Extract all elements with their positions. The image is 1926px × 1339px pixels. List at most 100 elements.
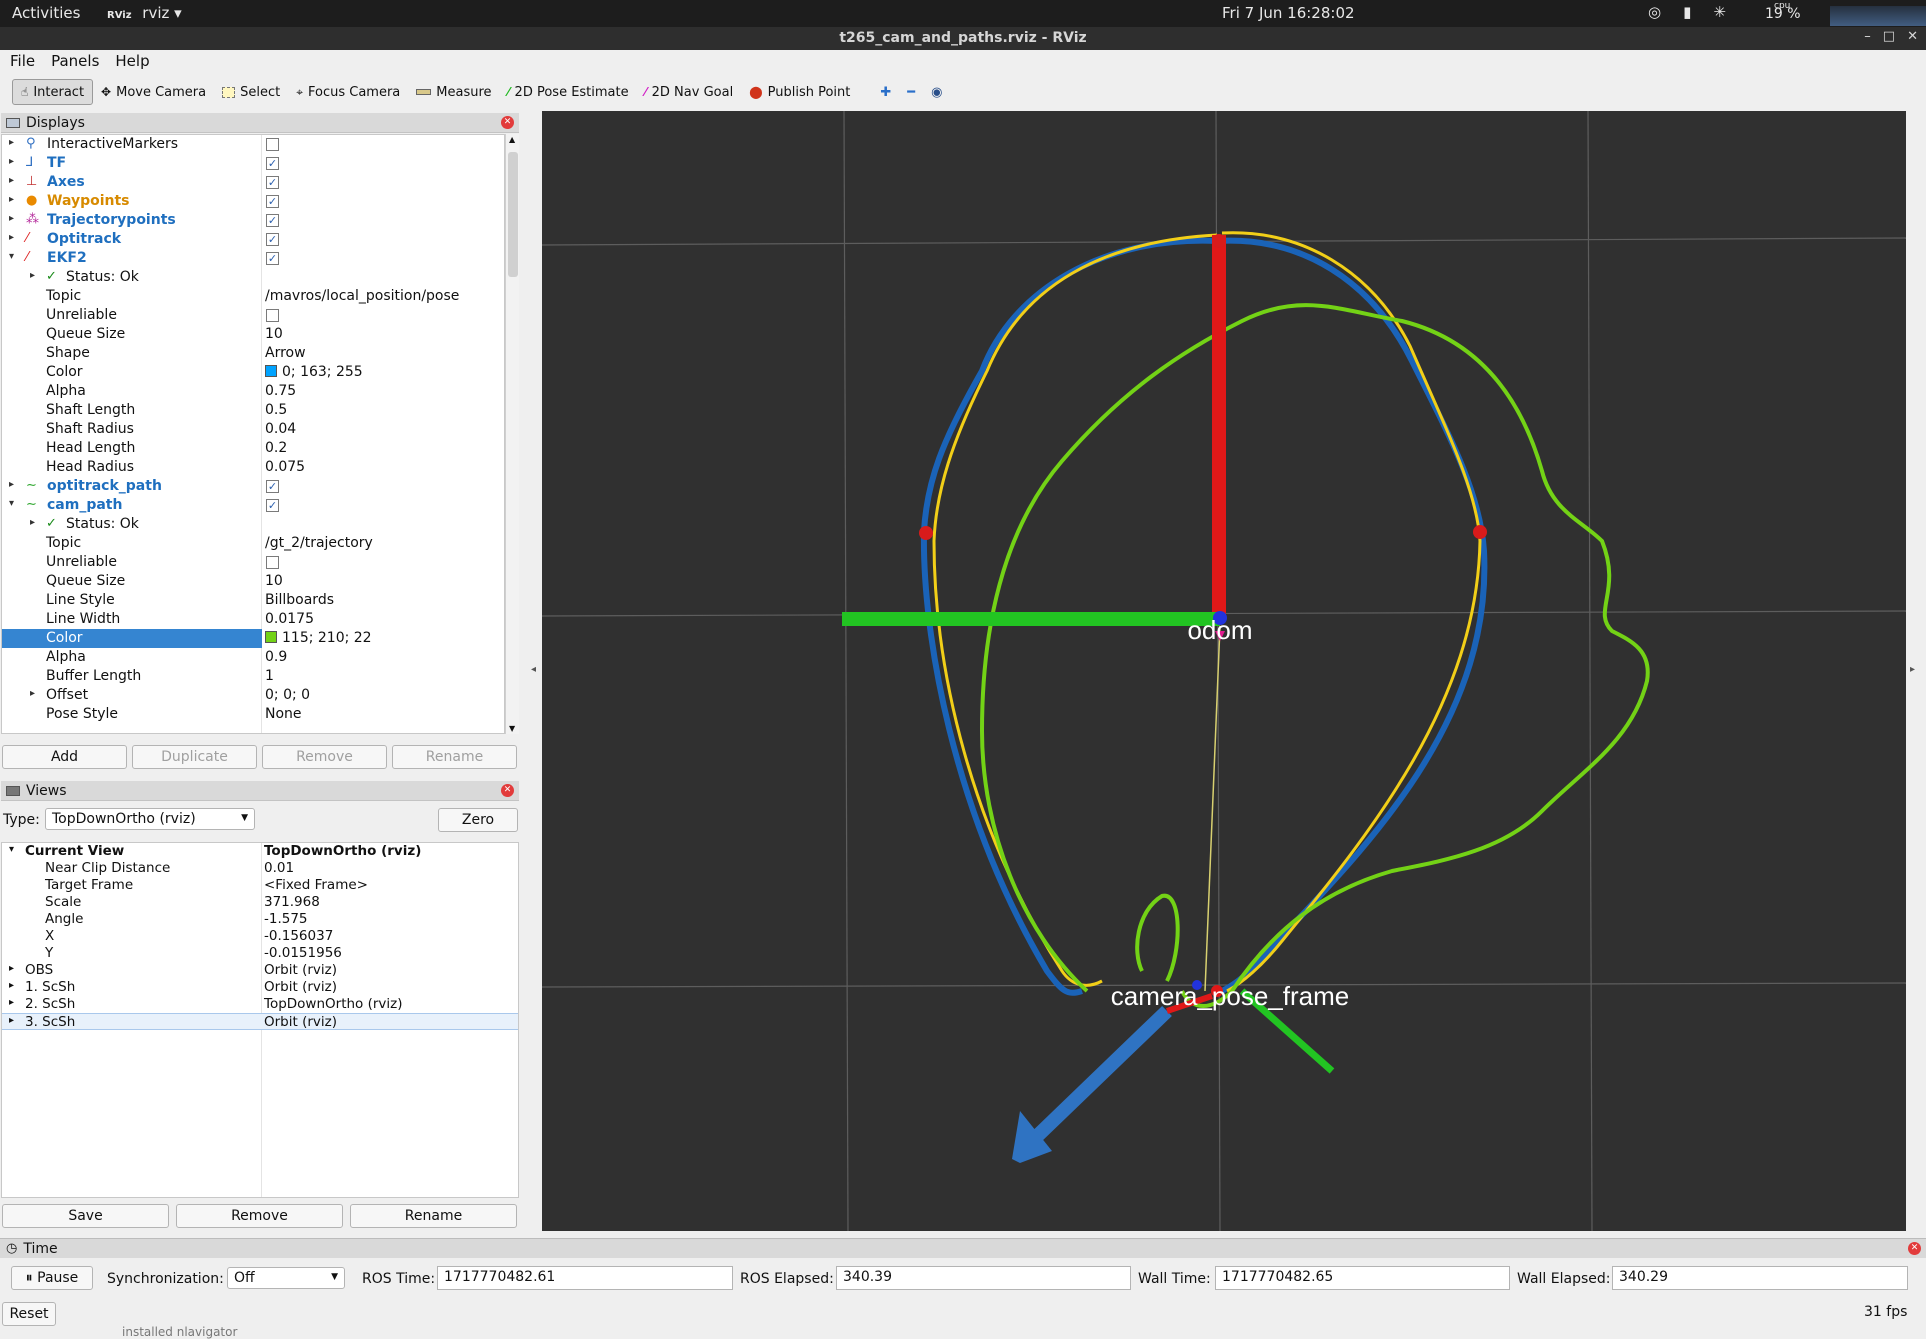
tool-2d-pose-estimate[interactable]: ⁄ 2D Pose Estimate [500, 79, 637, 105]
display-interactivemarkers[interactable]: ▸ ⚲ InteractiveMarkers [2, 135, 504, 154]
chevron-right-icon[interactable]: ▸ [9, 1015, 14, 1026]
tool-properties-button[interactable]: ◉ [923, 79, 950, 105]
chevron-right-icon[interactable]: ▸ [9, 479, 14, 490]
chevron-right-icon[interactable]: ▸ [30, 270, 35, 281]
tool-focus-camera[interactable]: ⌖ Focus Camera [288, 79, 408, 105]
wall-elapsed-field[interactable]: 340.29 [1612, 1266, 1908, 1290]
app-menu-button[interactable]: RViz rviz ▾ [107, 4, 182, 22]
view-angle[interactable]: Angle -1.575 [2, 911, 518, 928]
chevron-up-icon[interactable]: ▲ [509, 135, 515, 144]
cpu-graph[interactable] [1830, 6, 1926, 26]
property-value[interactable]: 10 [265, 326, 283, 342]
pause-button[interactable]: ⏸ Pause [11, 1266, 93, 1290]
chevron-right-icon[interactable]: ▸ [9, 997, 14, 1008]
tool-measure[interactable]: Measure [408, 79, 499, 105]
display-tf[interactable]: ▸ ⅃ TF ✓ [2, 154, 504, 173]
property-value[interactable]: 0.04 [265, 421, 296, 437]
ekf2-shape[interactable]: Shape Arrow [2, 344, 504, 363]
chrome-icon[interactable]: ◎ [1648, 3, 1661, 21]
ekf2-queue-size[interactable]: Queue Size 10 [2, 325, 504, 344]
display-enable-checkbox[interactable] [266, 138, 279, 151]
display-enable-checkbox[interactable]: ✓ [266, 499, 279, 512]
zero-view-button[interactable]: Zero [438, 808, 518, 832]
property-value[interactable]: None [265, 706, 302, 722]
ekf2-color[interactable]: Color 0; 163; 255 [2, 363, 504, 382]
view-value[interactable]: <Fixed Frame> [264, 877, 368, 893]
cam-path-pose-style[interactable]: Pose Style None [2, 705, 504, 724]
view-value[interactable]: 371.968 [264, 894, 320, 910]
minimize-icon[interactable]: – [1864, 29, 1871, 44]
tool-select[interactable]: Select [214, 79, 288, 105]
sync-select[interactable]: Off ▼ [227, 1267, 345, 1289]
view-y[interactable]: Y -0.0151956 [2, 945, 518, 962]
property-value[interactable]: /mavros/local_position/pose [265, 288, 459, 304]
chevron-right-icon[interactable]: ▸ [9, 137, 14, 148]
rename-view-button[interactable]: Rename [350, 1204, 517, 1228]
display-cam-path[interactable]: ▾ ∼ cam_path ✓ [2, 496, 504, 515]
tool-2d-nav-goal[interactable]: ⁄ 2D Nav Goal [637, 79, 742, 105]
ekf2-shaft-radius[interactable]: Shaft Radius 0.04 [2, 420, 504, 439]
display-enable-checkbox[interactable]: ✓ [266, 252, 279, 265]
display-waypoints[interactable]: ▸ ● Waypoints ✓ [2, 192, 504, 211]
display-optitrack-path[interactable]: ▸ ∼ optitrack_path ✓ [2, 477, 504, 496]
cam-path-offset[interactable]: ▸ Offset 0; 0; 0 [2, 686, 504, 705]
property-value[interactable]: Billboards [265, 592, 334, 608]
ekf2-unreliable[interactable]: Unreliable [2, 306, 504, 325]
chevron-right-icon[interactable]: ▸ [9, 156, 14, 167]
remove-display-button[interactable]: Remove [262, 745, 387, 769]
chevron-right-icon[interactable]: ▸ [9, 194, 14, 205]
property-value[interactable]: 0; 0; 0 [265, 687, 310, 703]
3d-viewport[interactable]: odom camera_pose_frame [542, 111, 1906, 1231]
rename-display-button[interactable]: Rename [392, 745, 517, 769]
add-tool-button[interactable]: ✚ [872, 79, 899, 105]
display-enable-checkbox[interactable]: ✓ [266, 233, 279, 246]
chevron-right-icon[interactable]: ▸ [9, 232, 14, 243]
chevron-right-icon[interactable]: ▸ [30, 688, 35, 699]
property-value[interactable]: /gt_2/trajectory [265, 535, 373, 551]
chevron-right-icon[interactable]: ▸ [9, 213, 14, 224]
display-ekf2[interactable]: ▾ ⁄ EKF2 ✓ [2, 249, 504, 268]
chevron-down-icon[interactable]: ▾ [9, 498, 14, 509]
menu-help[interactable]: Help [115, 52, 149, 70]
property-value[interactable]: 0.075 [265, 459, 305, 475]
menu-file[interactable]: File [10, 52, 35, 70]
close-icon[interactable]: ✕ [501, 116, 514, 129]
duplicate-display-button[interactable]: Duplicate [132, 745, 257, 769]
display-enable-checkbox[interactable]: ✓ [266, 480, 279, 493]
display-optitrack[interactable]: ▸ ⁄ Optitrack ✓ [2, 230, 504, 249]
view-type-select[interactable]: TopDownOrtho (rviz) ▼ [45, 808, 255, 830]
tool-move-camera[interactable]: ✥ Move Camera [93, 79, 214, 105]
view-target-frame[interactable]: Target Frame <Fixed Frame> [2, 877, 518, 894]
display-enable-checkbox[interactable]: ✓ [266, 176, 279, 189]
save-view-button[interactable]: Save [2, 1204, 169, 1228]
ekf2-topic[interactable]: Topic /mavros/local_position/pose [2, 287, 504, 306]
ekf2-head-radius[interactable]: Head Radius 0.075 [2, 458, 504, 477]
cam-path-alpha[interactable]: Alpha 0.9 [2, 648, 504, 667]
saved-view-2[interactable]: ▸ 2. ScSh TopDownOrtho (rviz) [2, 996, 518, 1013]
menu-panels[interactable]: Panels [51, 52, 99, 70]
property-value[interactable]: 1 [265, 668, 274, 684]
tool-interact[interactable]: ☝ Interact [12, 79, 94, 105]
cam-path-queue-size[interactable]: Queue Size 10 [2, 572, 504, 591]
chevron-down-icon[interactable]: ▼ [509, 724, 515, 733]
view-scale[interactable]: Scale 371.968 [2, 894, 518, 911]
ekf2-status[interactable]: ▸ ✓ Status: Ok [2, 268, 504, 287]
ekf2-alpha[interactable]: Alpha 0.75 [2, 382, 504, 401]
maximize-icon[interactable]: □ [1883, 29, 1895, 44]
view-value[interactable]: 0.01 [264, 860, 294, 876]
property-value[interactable]: 0.2 [265, 440, 287, 456]
saved-view-1[interactable]: ▸ 1. ScSh Orbit (rviz) [2, 979, 518, 996]
views-tree[interactable]: ▾ Current View TopDownOrtho (rviz) Near … [1, 842, 519, 1198]
ekf2-head-length[interactable]: Head Length 0.2 [2, 439, 504, 458]
property-value[interactable]: 0.5 [265, 402, 287, 418]
property-value[interactable]: 0.0175 [265, 611, 314, 627]
ekf2-shaft-length[interactable]: Shaft Length 0.5 [2, 401, 504, 420]
cam-path-line-width[interactable]: Line Width 0.0175 [2, 610, 504, 629]
display-axes[interactable]: ▸ ⊥ Axes ✓ [2, 173, 504, 192]
current-view[interactable]: ▾ Current View TopDownOrtho (rviz) [2, 843, 518, 860]
close-icon[interactable]: ✕ [501, 784, 514, 797]
chevron-right-icon[interactable]: ▸ [9, 980, 14, 991]
wall-time-field[interactable]: 1717770482.65 [1215, 1266, 1510, 1290]
display-enable-checkbox[interactable]: ✓ [266, 214, 279, 227]
property-value[interactable]: 115; 210; 22 [265, 630, 372, 646]
